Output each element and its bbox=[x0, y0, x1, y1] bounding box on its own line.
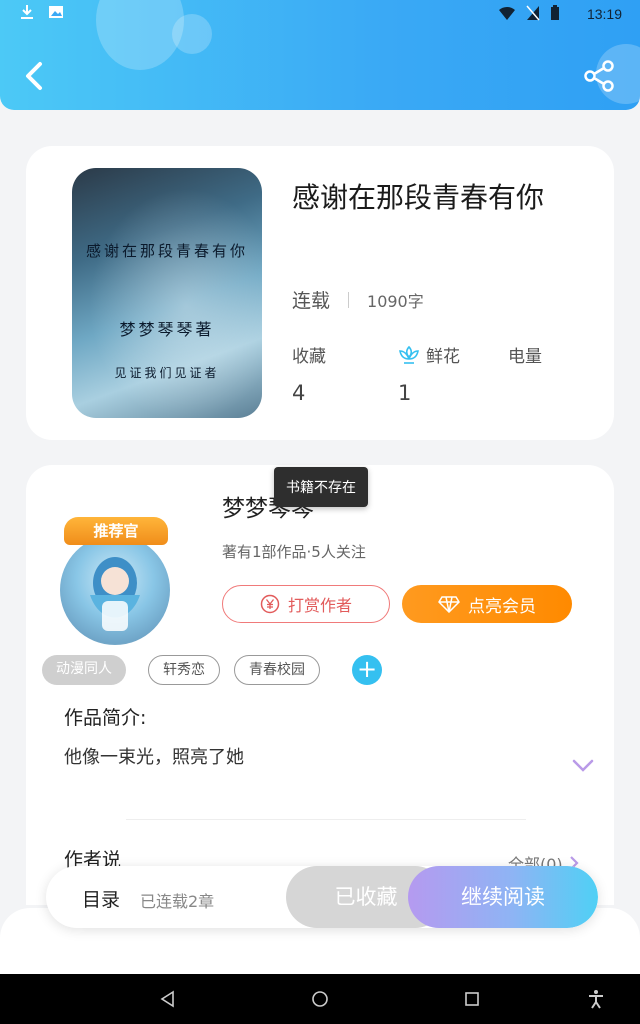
accessibility-icon[interactable] bbox=[586, 989, 606, 1009]
tag-item[interactable]: 轩秀恋 bbox=[148, 655, 220, 685]
avatar bbox=[60, 535, 170, 645]
author-avatar-wrap[interactable]: 推荐官 bbox=[60, 517, 172, 645]
author-stats: 著有1部作品·5人关注 bbox=[222, 543, 366, 561]
word-count: 1090字 bbox=[367, 291, 424, 311]
stat-label: 电量 bbox=[508, 347, 542, 367]
share-icon[interactable] bbox=[582, 58, 618, 94]
wifi-icon bbox=[499, 6, 515, 20]
author-card: 推荐官 梦梦琴琴 书籍不存在 著有1部作品·5人关注 打赏作者 点亮会员 动漫同… bbox=[26, 465, 614, 905]
tip-author-button[interactable]: 打赏作者 bbox=[222, 585, 390, 623]
toc-button[interactable]: 目录 bbox=[82, 885, 120, 912]
bottom-action-bar: 目录 已连载2章 已收藏 继续阅读 bbox=[46, 866, 598, 928]
stat-power: 电量 bbox=[508, 342, 542, 381]
book-title: 感谢在那段青春有你 bbox=[292, 181, 545, 214]
divider bbox=[348, 291, 350, 308]
back-icon[interactable] bbox=[18, 56, 54, 96]
chapter-count: 已连载2章 bbox=[140, 892, 215, 911]
top-header: 13:19 bbox=[0, 0, 640, 110]
status-bar: 13:19 bbox=[0, 0, 640, 28]
yen-icon bbox=[260, 594, 280, 614]
stat-label: 鲜花 bbox=[398, 342, 460, 367]
stat-favorites: 收藏 4 bbox=[292, 342, 326, 405]
avatar-illustration bbox=[90, 557, 140, 631]
stat-value: 4 bbox=[292, 381, 306, 405]
serial-status: 连载 bbox=[292, 290, 331, 312]
nav-home-icon[interactable] bbox=[310, 989, 330, 1009]
intro-heading: 作品简介: bbox=[64, 707, 147, 729]
tooltip: 书籍不存在 bbox=[274, 467, 368, 507]
download-icon bbox=[21, 5, 33, 19]
vip-label: 点亮会员 bbox=[468, 596, 536, 617]
nav-recents-icon[interactable] bbox=[462, 989, 482, 1009]
system-nav-bar bbox=[0, 974, 640, 1024]
stat-label: 收藏 bbox=[292, 347, 326, 367]
chevron-down-icon[interactable] bbox=[572, 759, 594, 773]
cover-subtitle: 见证我们见证者 bbox=[114, 366, 220, 380]
book-cover[interactable]: 感谢在那段青春有你 梦梦琴琴著 见证我们见证者 bbox=[72, 168, 262, 418]
signal-off-icon bbox=[526, 5, 540, 21]
flower-icon bbox=[399, 345, 419, 364]
divider bbox=[126, 819, 526, 820]
continue-reading-button[interactable]: 继续阅读 bbox=[408, 866, 598, 928]
image-icon bbox=[49, 6, 63, 18]
add-tag-button[interactable]: + bbox=[352, 655, 382, 685]
battery-icon bbox=[551, 5, 559, 20]
tag-item[interactable]: 动漫同人 bbox=[42, 655, 126, 685]
intro-text: 他像一束光，照亮了她 bbox=[64, 747, 244, 768]
stat-flowers[interactable]: 鲜花 1 bbox=[398, 342, 460, 405]
vip-button[interactable]: 点亮会员 bbox=[402, 585, 572, 623]
stat-value: 1 bbox=[398, 381, 412, 405]
cover-title: 感谢在那段青春有你 bbox=[85, 242, 248, 260]
status-time: 13:19 bbox=[586, 6, 622, 22]
nav-back-icon[interactable] bbox=[158, 989, 178, 1009]
flowers-label: 鲜花 bbox=[426, 347, 460, 367]
recommender-badge: 推荐官 bbox=[64, 517, 168, 545]
cover-author: 梦梦琴琴著 bbox=[119, 320, 215, 339]
diamond-icon bbox=[438, 596, 460, 613]
book-meta: 连载 1090字 bbox=[292, 286, 424, 313]
book-info-card: 感谢在那段青春有你 梦梦琴琴著 见证我们见证者 感谢在那段青春有你 连载 109… bbox=[26, 146, 614, 440]
tip-author-label: 打赏作者 bbox=[287, 596, 352, 615]
tag-item[interactable]: 青春校园 bbox=[234, 655, 320, 685]
